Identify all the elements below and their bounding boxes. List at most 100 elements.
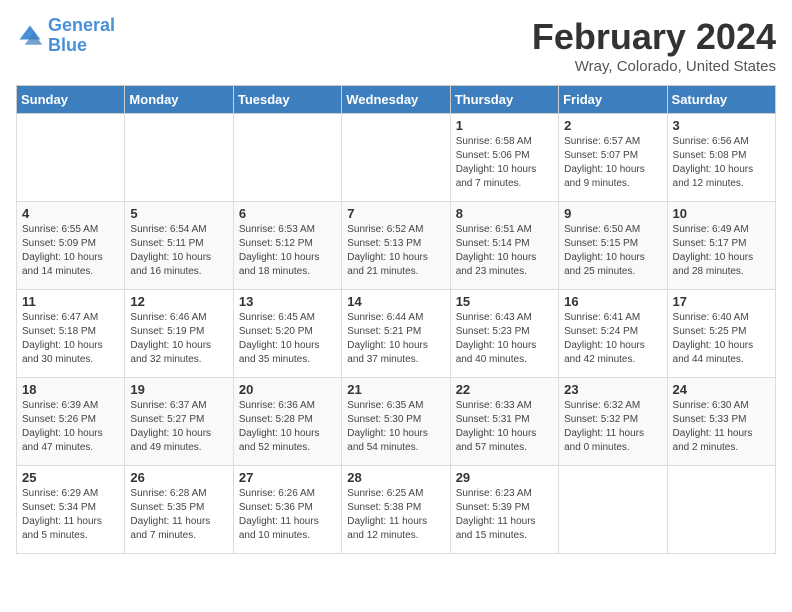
calendar-cell: 27 Sunrise: 6:26 AM Sunset: 5:36 PM Dayli… [233,466,341,554]
calendar-cell: 23Sunrise: 6:32 AM Sunset: 5:32 PM Dayli… [559,378,667,466]
day-number: 16 [564,294,661,309]
logo-icon [16,22,44,50]
day-info: Sunrise: 6:39 AM Sunset: 5:26 PM Dayligh… [22,399,119,455]
calendar-week-3: 11 Sunrise: 6:47 AM Sunset: 5:18 PM Dayli… [17,290,776,378]
day-number: 8 [456,206,553,221]
calendar-subtitle: Wray, Colorado, United States [532,58,776,75]
calendar-cell: 4 Sunrise: 6:55 AM Sunset: 5:09 PM Daylig… [17,202,125,290]
day-number: 28 [347,470,444,485]
day-number: 15 [456,294,553,309]
calendar-table: Sunday Monday Tuesday Wednesday Thursday… [16,85,776,554]
header-sunday: Sunday [17,86,125,114]
calendar-cell: 5 Sunrise: 6:54 AM Sunset: 5:11 PM Daylig… [125,202,233,290]
day-info: Sunrise: 6:32 AM Sunset: 5:32 PM Dayligh… [564,399,661,455]
calendar-cell: 3 Sunrise: 6:56 AM Sunset: 5:08 PM Daylig… [667,114,775,202]
calendar-week-1: 1 Sunrise: 6:58 AM Sunset: 5:06 PM Daylig… [17,114,776,202]
calendar-cell [233,114,341,202]
title-block: February 2024 Wray, Colorado, United Sta… [532,16,776,75]
calendar-cell: 2Sunrise: 6:57 AM Sunset: 5:07 PM Daylig… [559,114,667,202]
calendar-cell: 9 Sunrise: 6:50 AM Sunset: 5:15 PM Daylig… [559,202,667,290]
day-number: 19 [130,382,227,397]
day-info: Sunrise: 6:44 AM Sunset: 5:21 PM Dayligh… [347,311,444,367]
day-number: 21 [347,382,444,397]
day-info: Sunrise: 6:54 AM Sunset: 5:11 PM Dayligh… [130,223,227,279]
day-info: Sunrise: 6:55 AM Sunset: 5:09 PM Dayligh… [22,223,119,279]
day-info: Sunrise: 6:51 AM Sunset: 5:14 PM Dayligh… [456,223,553,279]
day-number: 22 [456,382,553,397]
calendar-week-2: 4 Sunrise: 6:55 AM Sunset: 5:09 PM Daylig… [17,202,776,290]
day-number: 1 [456,118,553,133]
calendar-cell: 7 Sunrise: 6:52 AM Sunset: 5:13 PM Daylig… [342,202,450,290]
day-number: 11 [22,294,119,309]
day-info: Sunrise: 6:23 AM Sunset: 5:39 PM Dayligh… [456,487,553,543]
day-info: Sunrise: 6:56 AM Sunset: 5:08 PM Dayligh… [673,135,770,191]
day-number: 9 [564,206,661,221]
day-number: 26 [130,470,227,485]
day-number: 18 [22,382,119,397]
day-number: 20 [239,382,336,397]
day-number: 24 [673,382,770,397]
calendar-cell [17,114,125,202]
calendar-cell: 16 Sunrise: 6:41 AM Sunset: 5:24 PM Dayli… [559,290,667,378]
day-number: 5 [130,206,227,221]
day-number: 6 [239,206,336,221]
day-info: Sunrise: 6:50 AM Sunset: 5:15 PM Dayligh… [564,223,661,279]
page-header: General Blue February 2024 Wray, Colorad… [16,16,776,75]
day-info: Sunrise: 6:52 AM Sunset: 5:13 PM Dayligh… [347,223,444,279]
calendar-cell: 10Sunrise: 6:49 AM Sunset: 5:17 PM Dayli… [667,202,775,290]
calendar-week-5: 25Sunrise: 6:29 AM Sunset: 5:34 PM Dayli… [17,466,776,554]
day-info: Sunrise: 6:35 AM Sunset: 5:30 PM Dayligh… [347,399,444,455]
calendar-title: February 2024 [532,16,776,58]
calendar-cell: 22 Sunrise: 6:33 AM Sunset: 5:31 PM Dayli… [450,378,558,466]
calendar-cell: 15 Sunrise: 6:43 AM Sunset: 5:23 PM Dayli… [450,290,558,378]
day-number: 14 [347,294,444,309]
header-friday: Friday [559,86,667,114]
day-number: 3 [673,118,770,133]
day-info: Sunrise: 6:26 AM Sunset: 5:36 PM Dayligh… [239,487,336,543]
header-wednesday: Wednesday [342,86,450,114]
calendar-body: 1 Sunrise: 6:58 AM Sunset: 5:06 PM Daylig… [17,114,776,554]
calendar-cell: 1 Sunrise: 6:58 AM Sunset: 5:06 PM Daylig… [450,114,558,202]
day-info: Sunrise: 6:33 AM Sunset: 5:31 PM Dayligh… [456,399,553,455]
logo: General Blue [16,16,115,56]
day-info: Sunrise: 6:57 AM Sunset: 5:07 PM Dayligh… [564,135,661,191]
day-number: 25 [22,470,119,485]
calendar-cell: 11 Sunrise: 6:47 AM Sunset: 5:18 PM Dayli… [17,290,125,378]
day-number: 13 [239,294,336,309]
calendar-cell: 6 Sunrise: 6:53 AM Sunset: 5:12 PM Daylig… [233,202,341,290]
calendar-cell: 17Sunrise: 6:40 AM Sunset: 5:25 PM Dayli… [667,290,775,378]
day-info: Sunrise: 6:25 AM Sunset: 5:38 PM Dayligh… [347,487,444,543]
day-info: Sunrise: 6:36 AM Sunset: 5:28 PM Dayligh… [239,399,336,455]
day-info: Sunrise: 6:40 AM Sunset: 5:25 PM Dayligh… [673,311,770,367]
calendar-cell: 24 Sunrise: 6:30 AM Sunset: 5:33 PM Dayli… [667,378,775,466]
header-saturday: Saturday [667,86,775,114]
logo-line1: General [48,15,115,35]
calendar-cell: 29Sunrise: 6:23 AM Sunset: 5:39 PM Dayli… [450,466,558,554]
calendar-header: Sunday Monday Tuesday Wednesday Thursday… [17,86,776,114]
logo-line2: Blue [48,35,87,55]
calendar-cell [667,466,775,554]
day-info: Sunrise: 6:43 AM Sunset: 5:23 PM Dayligh… [456,311,553,367]
day-number: 4 [22,206,119,221]
calendar-cell: 25Sunrise: 6:29 AM Sunset: 5:34 PM Dayli… [17,466,125,554]
day-info: Sunrise: 6:45 AM Sunset: 5:20 PM Dayligh… [239,311,336,367]
day-info: Sunrise: 6:28 AM Sunset: 5:35 PM Dayligh… [130,487,227,543]
day-info: Sunrise: 6:46 AM Sunset: 5:19 PM Dayligh… [130,311,227,367]
day-info: Sunrise: 6:53 AM Sunset: 5:12 PM Dayligh… [239,223,336,279]
day-info: Sunrise: 6:47 AM Sunset: 5:18 PM Dayligh… [22,311,119,367]
calendar-cell: 21 Sunrise: 6:35 AM Sunset: 5:30 PM Dayli… [342,378,450,466]
header-thursday: Thursday [450,86,558,114]
calendar-cell [342,114,450,202]
calendar-cell: 20 Sunrise: 6:36 AM Sunset: 5:28 PM Dayli… [233,378,341,466]
day-number: 10 [673,206,770,221]
day-info: Sunrise: 6:58 AM Sunset: 5:06 PM Dayligh… [456,135,553,191]
header-monday: Monday [125,86,233,114]
day-number: 27 [239,470,336,485]
day-number: 7 [347,206,444,221]
header-tuesday: Tuesday [233,86,341,114]
day-info: Sunrise: 6:30 AM Sunset: 5:33 PM Dayligh… [673,399,770,455]
calendar-cell: 26 Sunrise: 6:28 AM Sunset: 5:35 PM Dayli… [125,466,233,554]
calendar-cell: 19 Sunrise: 6:37 AM Sunset: 5:27 PM Dayli… [125,378,233,466]
day-info: Sunrise: 6:37 AM Sunset: 5:27 PM Dayligh… [130,399,227,455]
day-info: Sunrise: 6:41 AM Sunset: 5:24 PM Dayligh… [564,311,661,367]
